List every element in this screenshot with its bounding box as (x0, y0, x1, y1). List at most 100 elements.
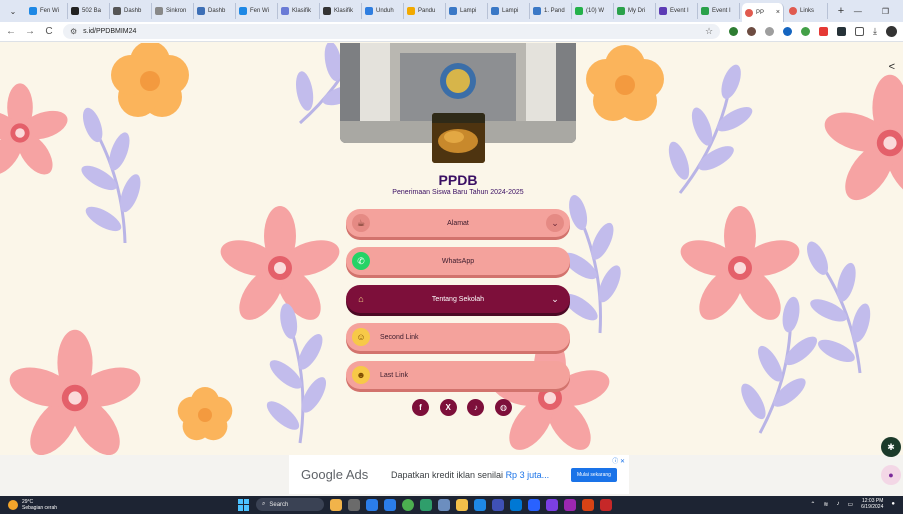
tab-label: My Dri (628, 8, 646, 14)
tray-chevron-icon[interactable]: ⌃ (810, 501, 815, 508)
tab-active[interactable]: PP × (742, 3, 784, 22)
profile-avatar[interactable] (886, 26, 897, 37)
taskbar-app-icon[interactable] (492, 498, 504, 511)
weather-widget[interactable]: 29°C Sebagian cerah (0, 499, 110, 511)
browser-tab[interactable]: (10) W (572, 3, 614, 19)
tab-favicon-icon (491, 7, 499, 15)
browser-tab[interactable]: Dashb (194, 3, 236, 19)
link-button-alamat[interactable]: ☕ Alamat ⌄ (346, 209, 570, 237)
taskbar-app-icon[interactable] (474, 498, 486, 511)
tab-favicon-icon (29, 7, 37, 15)
browser-tab[interactable]: Lampi (446, 3, 488, 19)
taskbar-app-icon[interactable] (546, 498, 558, 511)
url-text: s.id/PPDBMIM24 (83, 28, 137, 35)
youtube-extension-icon[interactable] (819, 27, 829, 36)
new-tab-button[interactable]: + (834, 5, 848, 17)
tab-favicon-icon (365, 7, 373, 15)
bookmark-star-icon[interactable]: ☆ (705, 26, 713, 37)
notifications-icon[interactable]: ● (891, 501, 895, 507)
browser-tab[interactable]: Pandu (404, 3, 446, 19)
volume-icon[interactable]: ♪ (836, 501, 839, 507)
tab-close-icon[interactable]: × (776, 9, 780, 16)
tab-search-icon[interactable]: ⌄ (6, 4, 20, 18)
sunglasses-emoji-icon: ☻ (352, 366, 370, 384)
tab-label: Lampi (502, 8, 519, 14)
browser-tab[interactable]: Event I (698, 3, 740, 19)
facebook-icon[interactable]: f (412, 399, 429, 416)
clock[interactable]: 12:03 PM 6/19/2024 (861, 498, 883, 510)
x-twitter-icon[interactable]: X (439, 399, 457, 416)
back-button[interactable]: ← (6, 26, 16, 37)
window-controls: — ❐ (854, 7, 903, 16)
tab-label: Unduh (376, 8, 394, 14)
chrome-taskbar-icon[interactable] (402, 498, 414, 511)
browser-tab[interactable]: My Dri (614, 3, 656, 19)
taskbar-app-icon[interactable] (564, 498, 576, 511)
chevron-down-icon[interactable]: ⌄ (546, 290, 564, 308)
browser-tab[interactable]: Dashb (110, 3, 152, 19)
extension-icon[interactable] (765, 27, 775, 36)
battery-icon[interactable]: ▭ (847, 501, 853, 508)
extension-icon[interactable] (747, 27, 757, 36)
taskbar-app-icon[interactable] (438, 498, 450, 511)
extension-icon[interactable] (801, 27, 811, 36)
chat-widget-icon[interactable]: ✱ (881, 437, 901, 457)
ad-cta-button[interactable]: Mulai sekarang (571, 467, 617, 482)
extension-icon[interactable] (783, 27, 793, 36)
extension-icon[interactable] (729, 27, 739, 36)
wifi-icon[interactable]: ≋ (823, 501, 828, 508)
browser-tab[interactable]: Unduh (362, 3, 404, 19)
taskbar-app-icon[interactable] (384, 498, 396, 511)
tab-favicon-icon (113, 7, 121, 15)
taskbar-app-icon[interactable] (366, 498, 378, 511)
powerpoint-icon[interactable] (582, 498, 594, 511)
google-ad[interactable]: Google Ads Dapatkan kredit iklan senilai… (289, 455, 629, 494)
file-explorer-icon[interactable] (456, 498, 468, 511)
share-icon[interactable]: < (889, 61, 895, 73)
browser-tab[interactable]: 502 Ba (68, 3, 110, 19)
url-input[interactable]: ⚙ s.id/PPDBMIM24 ☆ (62, 24, 721, 39)
forward-button[interactable]: → (25, 26, 35, 37)
side-panel-icon[interactable] (855, 27, 865, 36)
minimize-button[interactable]: — (854, 7, 862, 16)
link-button-last-link[interactable]: ☻ Last Link (346, 361, 570, 389)
browser-tab[interactable]: Sinkron (152, 3, 194, 19)
tab-label: 1. Pand (544, 8, 565, 14)
browser-tab[interactable]: Fen Wi (236, 3, 278, 19)
link-button-whatsapp[interactable]: ✆ WhatsApp (346, 247, 570, 275)
tab-label: Event I (712, 8, 731, 14)
tiktok-icon[interactable]: ♪ (467, 399, 485, 416)
browser-tab[interactable]: Fen Wi (26, 3, 68, 19)
tab-favicon-icon (701, 7, 709, 15)
taskbar-app-icon[interactable] (348, 498, 360, 511)
reload-button[interactable]: C (44, 26, 54, 37)
browser-tab[interactable]: Lampi (488, 3, 530, 19)
address-bar: ← → C ⚙ s.id/PPDBMIM24 ☆ ⤓ (0, 22, 903, 42)
link-button-tentang-sekolah[interactable]: ⌂ Tentang Sekolah ⌄ (346, 285, 570, 313)
browser-tab[interactable]: Klasifik (278, 3, 320, 19)
browser-tab[interactable]: Klasifik (320, 3, 362, 19)
download-icon[interactable]: ⤓ (873, 26, 877, 37)
site-settings-icon[interactable]: ⚙ (70, 27, 77, 36)
link-button-second-link[interactable]: ☺ Second Link (346, 323, 570, 351)
maximize-button[interactable]: ❐ (882, 7, 889, 16)
taskbar-apps: ⌕ Search (238, 498, 612, 511)
taskbar-app-icon[interactable] (330, 498, 342, 511)
chevron-down-icon[interactable]: ⌄ (546, 214, 564, 232)
tab-favicon-icon (659, 7, 667, 15)
link-label: Tentang Sekolah (431, 295, 485, 303)
link-label: WhatsApp (441, 257, 475, 265)
extension-icon[interactable] (837, 27, 847, 36)
taskbar-search[interactable]: ⌕ Search (256, 498, 324, 511)
taskbar-app-icon[interactable] (600, 498, 612, 511)
browser-tab[interactable]: Event I (656, 3, 698, 19)
tab-links[interactable]: Links (786, 3, 828, 19)
word-icon[interactable] (528, 498, 540, 511)
browser-tab[interactable]: 1. Pand (530, 3, 572, 19)
ad-close-icon[interactable]: ⓘ ✕ (612, 456, 625, 465)
globe-icon[interactable]: ◍ (494, 399, 512, 416)
taskbar-app-icon[interactable] (420, 498, 432, 511)
vscode-icon[interactable] (510, 498, 522, 511)
windows-start-icon[interactable] (238, 498, 250, 511)
floating-action-icon[interactable]: ● (881, 465, 901, 485)
